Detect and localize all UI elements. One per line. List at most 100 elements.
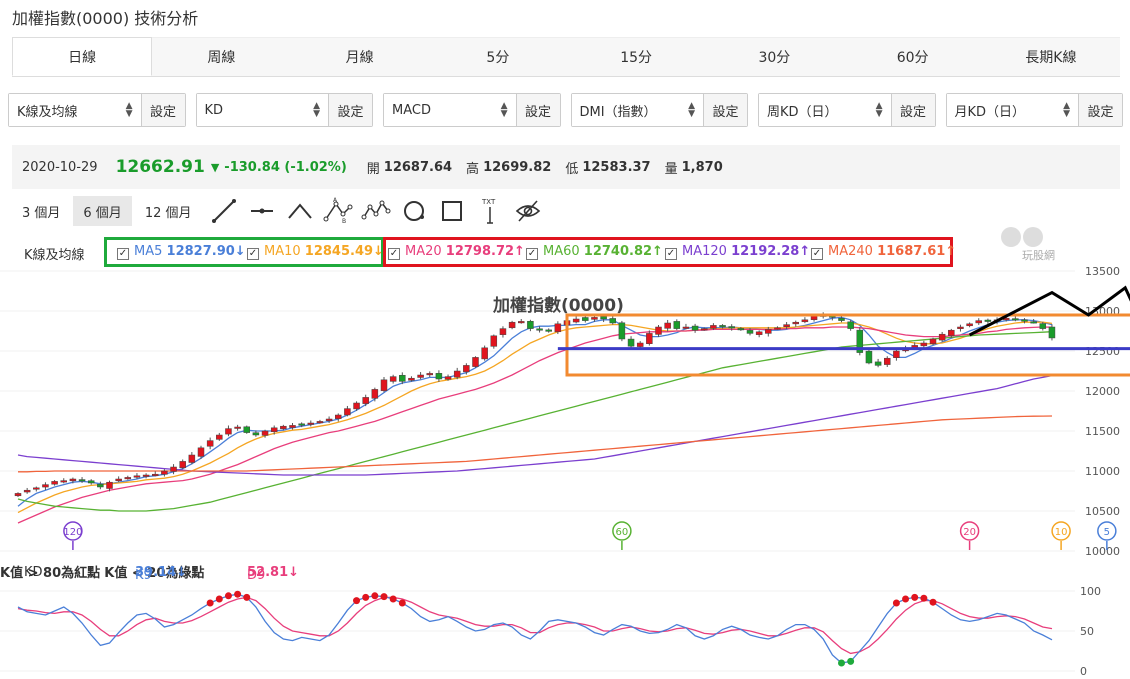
candle-body bbox=[765, 329, 772, 334]
y-tick-label: 12000 bbox=[1085, 385, 1120, 398]
hide-icon[interactable] bbox=[509, 196, 547, 226]
candle-body bbox=[792, 321, 799, 325]
ma-name: MA120 bbox=[682, 244, 727, 259]
candle-body bbox=[508, 321, 516, 329]
price-chart[interactable]: 1350013000125001200011500110001050010000… bbox=[0, 266, 1130, 562]
ma-toggle-ma5[interactable]: ✓ MA5 12827.90↓ bbox=[117, 244, 246, 260]
candle-body bbox=[444, 376, 452, 380]
ma-toggle-ma240[interactable]: ✓ MA240 11687.61↑ bbox=[811, 244, 956, 260]
kd-overbought-dot bbox=[206, 599, 214, 607]
ma-toggle-ma60[interactable]: ✓ MA60 12740.82↑ bbox=[526, 244, 663, 260]
candle-body bbox=[344, 408, 351, 416]
candle-body bbox=[1012, 318, 1019, 321]
range-3m-button[interactable]: 3 個月 bbox=[12, 196, 70, 226]
kd-oversold-dot bbox=[847, 657, 855, 665]
abc-pattern-icon[interactable]: AB bbox=[319, 196, 357, 226]
checkbox-checked-icon: ✓ bbox=[665, 248, 677, 260]
rectangle-tool-icon[interactable] bbox=[433, 196, 471, 226]
k9-name: K9 bbox=[135, 568, 152, 583]
quote-date: 2020-10-29 bbox=[22, 159, 98, 175]
text-tool-icon[interactable]: TXT bbox=[471, 196, 509, 226]
kd-chart[interactable]: 100 50 0 bbox=[0, 584, 1130, 679]
kd-overbought-dot bbox=[215, 595, 223, 603]
abcd-pattern-icon[interactable] bbox=[357, 196, 395, 226]
line-tool-icon[interactable] bbox=[205, 196, 243, 226]
ma-toggle-ma20[interactable]: ✓ MA20 12798.72↑ bbox=[388, 244, 525, 260]
candle-body bbox=[161, 470, 168, 475]
settings-button[interactable]: 設定 bbox=[703, 94, 747, 126]
settings-button[interactable]: 設定 bbox=[140, 94, 185, 126]
indicator-select-dmi[interactable]: DMI（指數） ▲ ▼ bbox=[571, 94, 703, 126]
settings-button[interactable]: 設定 bbox=[515, 94, 560, 126]
select-value: 周KD（日） bbox=[767, 104, 838, 120]
candle-body bbox=[518, 321, 525, 324]
candle-body bbox=[1048, 326, 1056, 339]
select-arrows-icon: ▲ ▼ bbox=[125, 101, 133, 119]
select-arrows-icon: ▲ ▼ bbox=[313, 101, 320, 119]
candle-body bbox=[252, 432, 260, 436]
ma-toggle-ma120[interactable]: ✓ MA120 12192.28↑ bbox=[665, 244, 810, 260]
tab-60min[interactable]: 60分 bbox=[843, 37, 982, 76]
candle-body bbox=[737, 328, 745, 331]
candle-body bbox=[554, 323, 562, 333]
candle-body bbox=[225, 428, 232, 435]
page-title: 加權指數(0000) 技術分析 bbox=[12, 9, 199, 28]
tab-week[interactable]: 周線 bbox=[152, 37, 291, 76]
indicator-select-macd[interactable]: MACD ▲ ▼ bbox=[384, 94, 516, 126]
d9-name: D9 bbox=[247, 568, 266, 583]
wave-tool-icon[interactable] bbox=[281, 196, 319, 226]
tab-5min[interactable]: 5分 bbox=[428, 37, 567, 76]
ma-value: 12740.82↑ bbox=[583, 244, 663, 259]
tab-month[interactable]: 月線 bbox=[290, 37, 429, 76]
tab-long-term[interactable]: 長期K線 bbox=[981, 37, 1120, 76]
settings-button[interactable]: 設定 bbox=[1078, 94, 1122, 126]
indicator-select-kline[interactable]: K線及均線 ▲ ▼ bbox=[9, 94, 141, 126]
tab-15min[interactable]: 15分 bbox=[567, 37, 706, 76]
kd-overbought-dot bbox=[398, 599, 406, 607]
horizontal-line-tool-icon[interactable] bbox=[243, 196, 281, 226]
indicator-selectors: K線及均線 ▲ ▼ 設定 KD ▲ ▼ 設定 MACD ▲ ▼ 設定 DMI（指數） ▲ ▼ 設… bbox=[8, 93, 1123, 127]
ma-value: 12845.49↓ bbox=[304, 244, 384, 259]
candle-body bbox=[179, 461, 186, 469]
candle-body bbox=[472, 357, 479, 367]
candle-body bbox=[234, 426, 241, 429]
indicator-select-kd[interactable]: KD ▲ ▼ bbox=[196, 94, 328, 126]
tab-day[interactable]: 日線 bbox=[12, 37, 153, 76]
checkbox-checked-icon: ✓ bbox=[811, 248, 823, 260]
indicator-select-weekly-kd[interactable]: 周KD（日） ▲ ▼ bbox=[759, 94, 891, 126]
candle-body bbox=[216, 434, 223, 440]
tab-30min[interactable]: 30分 bbox=[705, 37, 844, 76]
k9-label: K9 39.14↓ bbox=[135, 565, 187, 583]
indicator-select-monthly-kd[interactable]: 月KD（日） ▲ ▼ bbox=[946, 94, 1078, 126]
ma-value: 12827.90↓ bbox=[166, 244, 246, 259]
kd-overbought-dot bbox=[371, 592, 379, 600]
candle-body bbox=[371, 389, 379, 399]
range-6m-button[interactable]: 6 個月 bbox=[73, 196, 132, 226]
circle-tool-icon[interactable] bbox=[395, 196, 433, 226]
candle-body bbox=[14, 493, 22, 497]
candle-body bbox=[133, 475, 141, 478]
kd-note-red: K值 > 80為紅點 bbox=[0, 566, 101, 581]
svg-text:TXT: TXT bbox=[481, 198, 496, 206]
candle-body bbox=[280, 425, 287, 430]
range-12m-button[interactable]: 12 個月 bbox=[135, 196, 202, 226]
candle-body bbox=[536, 328, 543, 331]
y-tick-label: 11500 bbox=[1085, 425, 1120, 438]
candle-body bbox=[389, 376, 397, 382]
candle-body bbox=[408, 377, 415, 381]
ma-name: MA10 bbox=[264, 244, 301, 259]
candle-body bbox=[325, 418, 333, 422]
indicator-select-group: DMI（指數） ▲ ▼ 設定 bbox=[570, 93, 748, 127]
ma-toggle-ma10[interactable]: ✓ MA10 12845.49↓ bbox=[247, 244, 384, 260]
candle-body bbox=[316, 421, 324, 424]
settings-button[interactable]: 設定 bbox=[328, 94, 372, 126]
volume-value: 1,870 bbox=[681, 159, 723, 175]
candle-body bbox=[188, 454, 196, 463]
candle-body bbox=[335, 414, 342, 419]
settings-button[interactable]: 設定 bbox=[890, 94, 935, 126]
ma-value: 12798.72↑ bbox=[445, 244, 525, 259]
candle-body bbox=[152, 473, 159, 476]
kd-overbought-dot bbox=[911, 593, 919, 601]
wantgoo-logo: 玩股網 bbox=[995, 223, 1057, 263]
checkbox-checked-icon: ✓ bbox=[247, 248, 259, 260]
